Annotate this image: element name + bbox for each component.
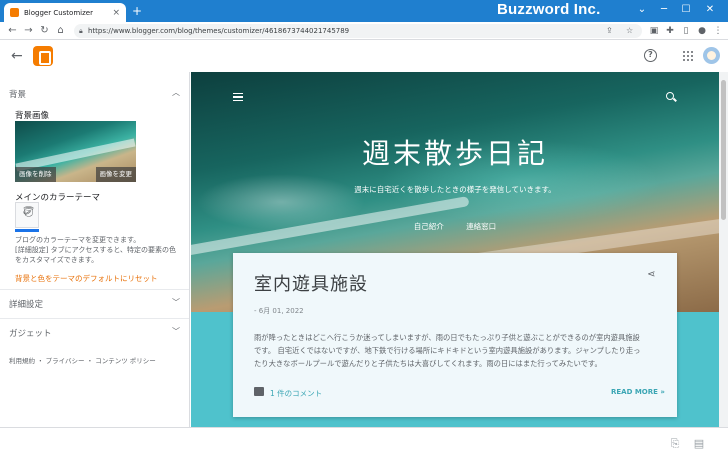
background-section-header[interactable]: 背景	[9, 88, 26, 100]
remove-image-button[interactable]: 画像を削除	[15, 167, 56, 182]
url-text: https://www.blogger.com/blog/themes/cust…	[88, 27, 350, 35]
avatar[interactable]	[703, 47, 720, 64]
chevron-up-icon[interactable]: ︿	[172, 87, 180, 98]
post-body: 雨が降ったときはどこへ行こうか迷ってしまいますが、雨の日でもたっぷり子供と遊ぶこ…	[254, 333, 641, 368]
tab-close-icon[interactable]: ×	[112, 8, 120, 18]
nav-contact-link[interactable]: 連絡窓口	[466, 222, 496, 231]
bookmark-star-icon[interactable]: ☆	[626, 24, 633, 38]
chevron-down-icon[interactable]: ﹀	[172, 326, 180, 337]
background-image-label: 背景画像	[15, 111, 50, 121]
divider	[0, 289, 189, 290]
nav-about-link[interactable]: 自己紹介	[414, 222, 444, 231]
divider	[0, 318, 189, 319]
google-apps-icon[interactable]	[683, 51, 693, 61]
minimize-button[interactable]: ─	[656, 2, 672, 18]
terms-link[interactable]: 利用規約	[9, 357, 35, 365]
home-icon[interactable]: ⌂	[54, 24, 67, 38]
post-title[interactable]: 室内遊具施設	[254, 270, 368, 296]
maximize-button[interactable]: ☐	[678, 2, 694, 18]
selected-theme-indicator	[15, 229, 39, 232]
background-image-thumbnail: 画像を削除 画像を変更	[15, 121, 136, 182]
share-icon[interactable]: ⋖	[647, 269, 655, 280]
back-icon[interactable]: ←	[6, 24, 19, 38]
browser-toolbar: ← → ↻ ⌂ 🔒︎ https://www.blogger.com/blog/…	[0, 22, 728, 40]
paint-bucket-icon: 🪣︎	[22, 207, 35, 218]
post-card: 室内遊具施設 ⋖ - 6月 01, 2022 雨が降ったときはどこへ行こうか迷っ…	[233, 253, 677, 417]
search-icon[interactable]	[666, 92, 674, 100]
forward-icon[interactable]: →	[22, 24, 35, 38]
customizer-panel: 背景 ︿ 背景画像 画像を削除 画像を変更 メインのカラーテーマ 🪣︎ ブログの…	[0, 72, 190, 427]
tab-title: Blogger Customizer	[24, 8, 93, 17]
read-more-link[interactable]: READ MORE »	[611, 388, 665, 396]
bottom-action-bar: ⎘ ▤	[0, 427, 728, 460]
gadget-section-header[interactable]: ガジェット	[9, 327, 52, 339]
post-date: - 6月 01, 2022	[254, 307, 304, 315]
help-icon[interactable]: ?	[644, 49, 657, 62]
blogger-logo-icon[interactable]	[33, 46, 53, 66]
close-window-button[interactable]: ✕	[702, 2, 718, 18]
blogger-favicon-icon	[10, 8, 19, 17]
share-page-icon[interactable]: ⇪	[606, 24, 613, 38]
new-tab-button[interactable]: +	[130, 3, 144, 19]
color-theme-swatch[interactable]: 🪣︎	[15, 202, 39, 228]
advanced-section-header[interactable]: 詳細設定	[9, 298, 43, 310]
privacy-link[interactable]: プライバシー	[46, 357, 85, 365]
reading-list-icon[interactable]: ▯	[680, 24, 692, 38]
tab-search-icon[interactable]: ⌄	[634, 2, 650, 18]
content-policy-link[interactable]: コンテンツ ポリシー	[95, 357, 156, 365]
blog-title[interactable]: 週末散歩日記	[191, 132, 719, 172]
footer-links: 利用規約 ・ プライバシー ・ コンテンツ ポリシー	[9, 357, 156, 365]
browser-menu-icon[interactable]: ⋮	[712, 24, 724, 38]
save-icon[interactable]: ▤	[693, 438, 705, 450]
color-theme-help-text: ブログのカラーテーマを変更できます。 [詳細設定] タブにアクセスすると、特定の…	[15, 236, 177, 264]
comment-icon[interactable]	[254, 387, 264, 396]
blogger-header: ← ?	[0, 41, 728, 72]
save-draft-icon[interactable]: ⎘	[669, 438, 681, 450]
browser-tab[interactable]: Blogger Customizer ×	[4, 3, 126, 22]
address-bar[interactable]: 🔒︎ https://www.blogger.com/blog/themes/c…	[74, 24, 642, 38]
chevron-down-icon[interactable]: ﹀	[172, 297, 180, 308]
scrollbar-thumb[interactable]	[721, 80, 726, 220]
extension-icon[interactable]: ▣	[648, 24, 660, 38]
watermark-text: Buzzword Inc.	[497, 1, 601, 18]
blog-description: 週末に自宅近くを散歩したときの様子を発信していきます。	[354, 185, 556, 194]
change-image-button[interactable]: 画像を変更	[95, 167, 136, 182]
blog-preview: 週末散歩日記 週末に自宅近くを散歩したときの様子を発信していきます。 自己紹介 …	[191, 72, 719, 427]
profile-icon[interactable]: ●	[696, 24, 708, 38]
reset-theme-link[interactable]: 背景と色をテーマのデフォルトにリセット	[15, 273, 158, 284]
menu-icon[interactable]	[233, 93, 243, 101]
reload-icon[interactable]: ↻	[38, 24, 51, 38]
blog-nav: 自己紹介 連絡窓口	[191, 221, 719, 232]
lock-icon: 🔒︎	[79, 27, 83, 35]
browser-tab-bar: Blogger Customizer × + Buzzword Inc. ⌄ ─…	[0, 0, 728, 22]
puzzle-extensions-icon[interactable]: ✚	[664, 24, 676, 38]
back-arrow-icon[interactable]: ←	[11, 48, 23, 64]
comments-link[interactable]: 1 件のコメント	[270, 388, 322, 399]
